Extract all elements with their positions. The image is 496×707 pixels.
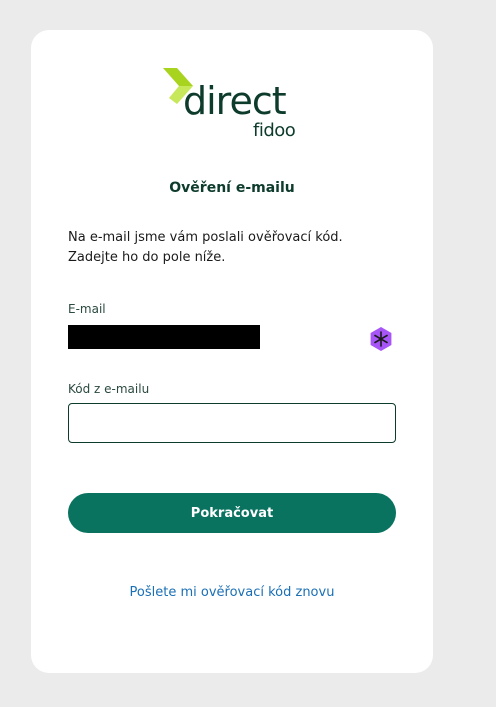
intro-line-2: Zadejte ho do pole níže. — [68, 250, 226, 265]
login-card: direct fidoo Ověření e-mailu Na e-mail j… — [31, 30, 433, 673]
intro-line-1: Na e-mail jsme vám poslali ověřovací kód… — [68, 230, 343, 245]
page-title: Ověření e-mailu — [169, 180, 295, 196]
snowflake-extension-icon[interactable] — [368, 326, 394, 352]
logo-word: direct — [183, 79, 287, 123]
intro-text: Na e-mail jsme vám poslali ověřovací kód… — [68, 228, 398, 268]
code-label: Kód z e-mailu — [68, 382, 150, 396]
logo-subword: fidoo — [253, 120, 296, 141]
continue-button[interactable]: Pokračovat — [68, 493, 396, 533]
direct-fidoo-logo: direct fidoo — [161, 68, 306, 146]
code-input[interactable] — [68, 403, 396, 443]
email-label: E-mail — [68, 302, 106, 316]
resend-code-link[interactable]: Pošlete mi ověřovací kód znovu — [31, 585, 433, 600]
email-value-redacted — [68, 325, 260, 349]
